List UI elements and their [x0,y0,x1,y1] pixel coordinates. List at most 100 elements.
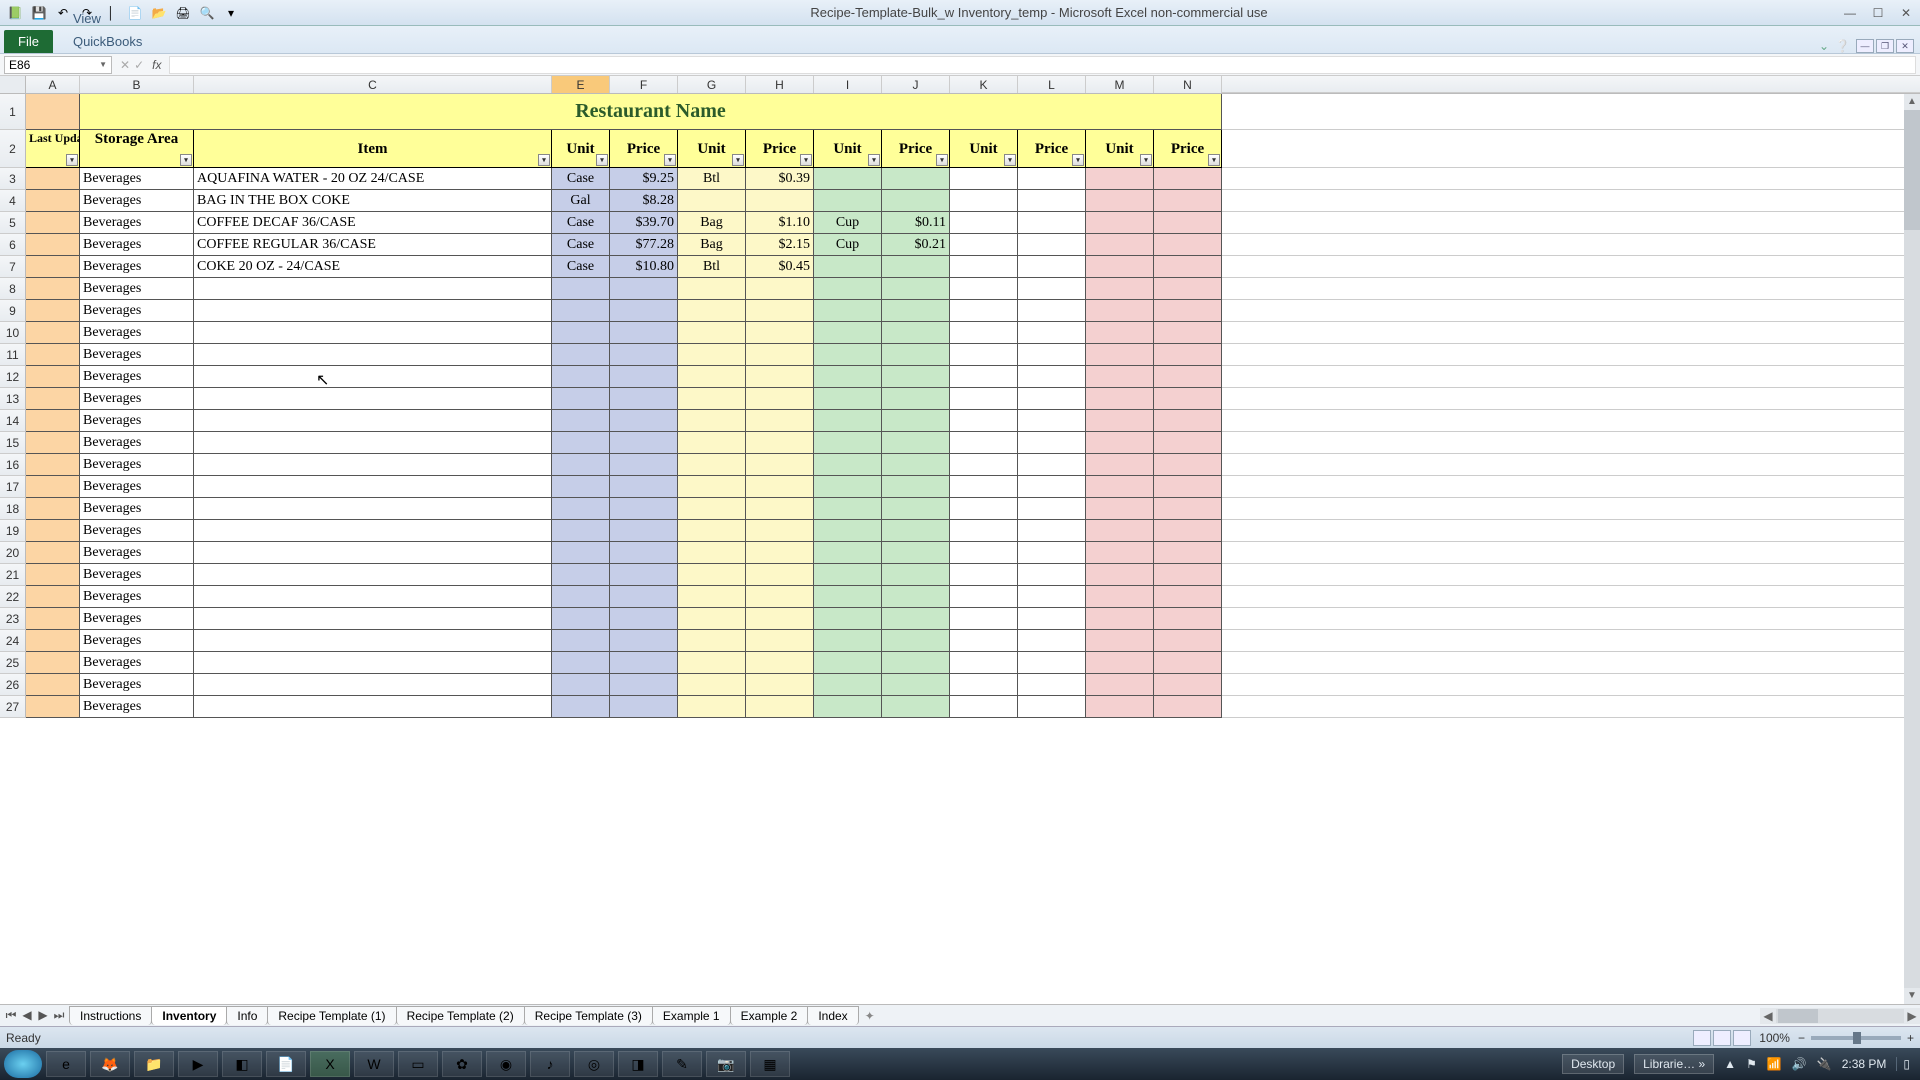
formula-input[interactable] [169,56,1916,74]
cell-B13[interactable]: Beverages [80,388,194,410]
cell-N22[interactable] [1154,586,1222,608]
cell-I12[interactable] [814,366,882,388]
cell-I17[interactable] [814,476,882,498]
cell-G10[interactable] [678,322,746,344]
cell-I20[interactable] [814,542,882,564]
cell-H22[interactable] [746,586,814,608]
header-unit-1-filter-icon[interactable]: ▾ [596,154,608,166]
cell-N25[interactable] [1154,652,1222,674]
header-unit-3[interactable]: Unit▾ [814,130,882,168]
cell-F13[interactable] [610,388,678,410]
cell-rest-1[interactable] [1222,94,1920,130]
cell-B14[interactable]: Beverages [80,410,194,432]
cell-M12[interactable] [1086,366,1154,388]
cell-F16[interactable] [610,454,678,476]
cell-C23[interactable] [194,608,552,630]
cell-A1[interactable] [26,94,80,130]
cell-N8[interactable] [1154,278,1222,300]
tray-libraries-button[interactable]: Librarie… » [1634,1054,1714,1074]
cell-E12[interactable] [552,366,610,388]
cell-H27[interactable] [746,696,814,718]
cell-A26[interactable] [26,674,80,696]
maximize-button[interactable]: ☐ [1864,4,1892,22]
cell-F8[interactable] [610,278,678,300]
cell-N15[interactable] [1154,432,1222,454]
cell-M17[interactable] [1086,476,1154,498]
cell-C4[interactable]: BAG IN THE BOX COKE [194,190,552,212]
row-header-5[interactable]: 5 [0,212,26,234]
cell-L9[interactable] [1018,300,1086,322]
taskbar-notepad-icon[interactable]: 📄 [266,1051,306,1077]
cell-E5[interactable]: Case [552,212,610,234]
cell-F15[interactable] [610,432,678,454]
cell-A10[interactable] [26,322,80,344]
cell-I8[interactable] [814,278,882,300]
cell-H18[interactable] [746,498,814,520]
cell-rest-2[interactable] [1222,130,1920,168]
cell-F19[interactable] [610,520,678,542]
taskbar-app3-icon[interactable]: ✿ [442,1051,482,1077]
header-last-update[interactable]: Last Update▾ [26,130,80,168]
cell-H19[interactable] [746,520,814,542]
header-unit-2-filter-icon[interactable]: ▾ [732,154,744,166]
cell-F24[interactable] [610,630,678,652]
cell-A15[interactable] [26,432,80,454]
cell-L5[interactable] [1018,212,1086,234]
tray-flag-icon[interactable]: ⚑ [1746,1057,1757,1071]
cell-rest-7[interactable] [1222,256,1920,278]
cell-M22[interactable] [1086,586,1154,608]
cancel-formula-icon[interactable]: ✕ [120,58,130,72]
cell-E8[interactable] [552,278,610,300]
cell-rest-13[interactable] [1222,388,1920,410]
cell-J7[interactable] [882,256,950,278]
row-header-22[interactable]: 22 [0,586,26,608]
cell-E4[interactable]: Gal [552,190,610,212]
cell-J14[interactable] [882,410,950,432]
cell-E17[interactable] [552,476,610,498]
cell-A9[interactable] [26,300,80,322]
cell-C27[interactable] [194,696,552,718]
cell-M20[interactable] [1086,542,1154,564]
header-storage-area[interactable]: Storage Area▾ [80,130,194,168]
cell-M8[interactable] [1086,278,1154,300]
cell-I26[interactable] [814,674,882,696]
cell-L7[interactable] [1018,256,1086,278]
header-unit-4[interactable]: Unit▾ [950,130,1018,168]
scroll-down-icon[interactable]: ▼ [1904,988,1920,1004]
cell-B10[interactable]: Beverages [80,322,194,344]
cell-J6[interactable]: $0.21 [882,234,950,256]
taskbar-media-icon[interactable]: ▶ [178,1051,218,1077]
cell-L23[interactable] [1018,608,1086,630]
wb-close-button[interactable]: ✕ [1896,39,1914,53]
row-header-11[interactable]: 11 [0,344,26,366]
cell-K27[interactable] [950,696,1018,718]
row-header-10[interactable]: 10 [0,322,26,344]
cell-B18[interactable]: Beverages [80,498,194,520]
cell-B4[interactable]: Beverages [80,190,194,212]
row-header-3[interactable]: 3 [0,168,26,190]
cell-H23[interactable] [746,608,814,630]
cell-B8[interactable]: Beverages [80,278,194,300]
cell-H20[interactable] [746,542,814,564]
cell-rest-14[interactable] [1222,410,1920,432]
cell-K22[interactable] [950,586,1018,608]
cell-F21[interactable] [610,564,678,586]
cell-M5[interactable] [1086,212,1154,234]
tab-file[interactable]: File [4,30,53,53]
row-header-12[interactable]: 12 [0,366,26,388]
cell-E6[interactable]: Case [552,234,610,256]
cell-H10[interactable] [746,322,814,344]
cell-M15[interactable] [1086,432,1154,454]
cell-C24[interactable] [194,630,552,652]
taskbar-word-icon[interactable]: W [354,1051,394,1077]
cell-rest-21[interactable] [1222,564,1920,586]
cell-B17[interactable]: Beverages [80,476,194,498]
cell-rest-22[interactable] [1222,586,1920,608]
header-unit-3-filter-icon[interactable]: ▾ [868,154,880,166]
cell-M11[interactable] [1086,344,1154,366]
cell-I9[interactable] [814,300,882,322]
row-header-24[interactable]: 24 [0,630,26,652]
new-sheet-icon[interactable]: ✦ [865,1009,875,1023]
cell-K5[interactable] [950,212,1018,234]
cell-F5[interactable]: $39.70 [610,212,678,234]
